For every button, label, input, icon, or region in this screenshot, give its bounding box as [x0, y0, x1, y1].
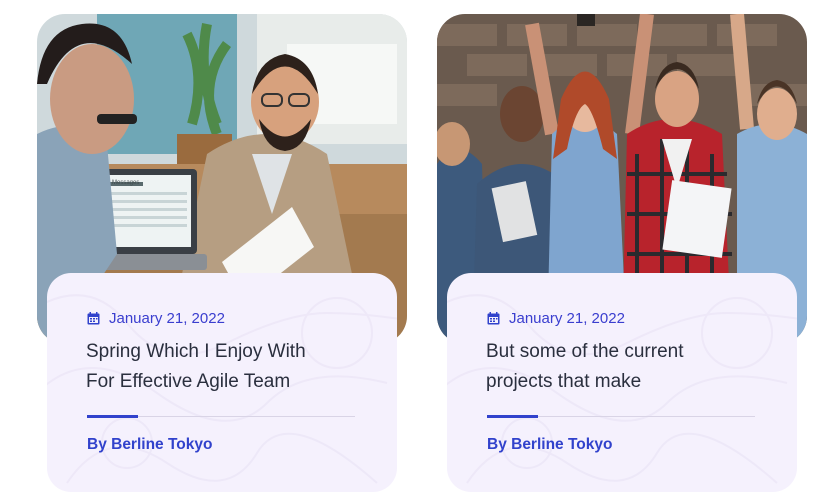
post-author-link[interactable]: By Berline Tokyo	[87, 436, 212, 454]
divider-accent	[487, 415, 538, 418]
blog-card[interactable]: Messages January 21, 2022 Spring Which I…	[37, 14, 407, 494]
post-date: January 21, 2022	[487, 310, 625, 327]
laptop-window-title: Messages	[112, 180, 140, 186]
blog-card-content: January 21, 2022 But some of the current…	[447, 273, 797, 492]
post-date-text: January 21, 2022	[509, 310, 625, 327]
post-title-link[interactable]: Spring Which I Enjoy With For Effective …	[86, 337, 346, 397]
post-date-text: January 21, 2022	[109, 310, 225, 327]
divider-accent	[87, 415, 138, 418]
divider	[87, 415, 355, 418]
post-title-line[interactable]: projects that make	[486, 367, 746, 397]
post-title-link[interactable]: But some of the current projects that ma…	[486, 337, 746, 397]
divider	[487, 415, 755, 418]
post-date: January 21, 2022	[87, 310, 225, 327]
post-title-line[interactable]: Spring Which I Enjoy With	[86, 337, 346, 367]
post-title-line[interactable]: For Effective Agile Team	[86, 367, 346, 397]
blog-card[interactable]: January 21, 2022 But some of the current…	[437, 14, 807, 494]
calendar-icon	[87, 312, 100, 325]
blog-card-content: January 21, 2022 Spring Which I Enjoy Wi…	[47, 273, 397, 492]
post-title-line[interactable]: But some of the current	[486, 337, 746, 367]
calendar-icon	[487, 312, 500, 325]
post-author-link[interactable]: By Berline Tokyo	[487, 436, 612, 454]
